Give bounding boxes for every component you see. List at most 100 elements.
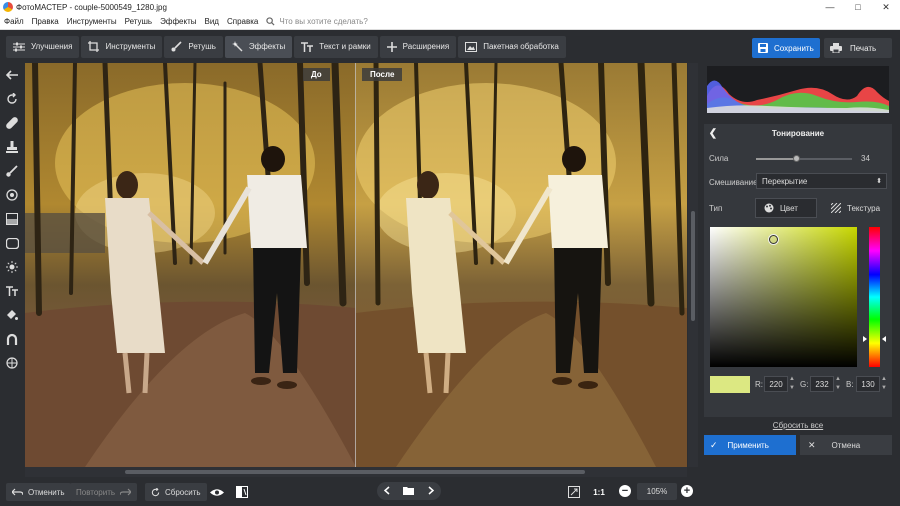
strength-slider-fill xyxy=(756,158,796,160)
batch-icon xyxy=(465,41,478,52)
gradient-filter-icon[interactable] xyxy=(0,207,24,231)
menu-edit[interactable]: Правка xyxy=(28,17,63,26)
print-button[interactable]: Печать xyxy=(824,38,892,58)
type-label: Тип xyxy=(709,204,723,213)
r-label: R: xyxy=(755,380,763,389)
zoom-in-button[interactable]: + xyxy=(681,485,693,497)
tab-retouch[interactable]: Ретушь xyxy=(164,35,223,58)
vertical-scrollbar[interactable] xyxy=(688,63,698,467)
redo-button[interactable]: Повторить xyxy=(70,483,138,501)
back-arrow-icon[interactable] xyxy=(0,63,24,87)
tab-label: Улучшения xyxy=(31,42,73,51)
search-placeholder: Что вы хотите сделать? xyxy=(279,17,368,26)
strength-label: Сила xyxy=(709,154,729,163)
blend-mode-value: Перекрытие xyxy=(762,176,808,186)
before-image xyxy=(25,63,356,467)
tab-tools[interactable]: Инструменты xyxy=(81,35,163,58)
left-tool-bar xyxy=(0,63,24,470)
texture-icon xyxy=(831,203,841,213)
tab-label: Пакетная обработка xyxy=(483,42,559,51)
bandage-icon[interactable] xyxy=(0,111,24,135)
before-after-divider[interactable] xyxy=(355,63,356,467)
stamp-icon[interactable] xyxy=(0,135,24,159)
color-picker-area[interactable] xyxy=(710,227,857,367)
magnet-icon[interactable] xyxy=(0,327,24,351)
zoom-out-button[interactable]: − xyxy=(619,485,631,497)
menu-file[interactable]: Файл xyxy=(0,17,28,26)
photo-canvas[interactable]: До После xyxy=(25,63,687,467)
plus-icon xyxy=(386,41,397,52)
tab-enhancements[interactable]: Улучшения xyxy=(6,35,80,58)
tab-effects[interactable]: Эффекты xyxy=(224,35,293,58)
hue-slider[interactable] xyxy=(869,227,880,367)
menu-help[interactable]: Справка xyxy=(223,17,262,26)
fill-icon[interactable] xyxy=(0,303,24,327)
r-input[interactable]: 220 xyxy=(764,376,788,392)
horizontal-scrollbar[interactable] xyxy=(25,467,687,477)
search-box[interactable]: Что вы хотите сделать? xyxy=(266,17,368,26)
type-color-button[interactable]: Цвет xyxy=(755,198,817,218)
hue-marker-left[interactable] xyxy=(863,336,867,342)
radial-filter-icon[interactable] xyxy=(0,183,24,207)
hue-marker-right[interactable] xyxy=(882,336,886,342)
window-title: ФотоМАСТЕР - couple-5000549_1280.jpg xyxy=(16,2,167,12)
reset-button[interactable]: Сбросить xyxy=(145,483,207,501)
zoom-level[interactable]: 105% xyxy=(637,483,677,500)
type-texture-button[interactable]: Текстура xyxy=(823,198,888,218)
b-input[interactable]: 130 xyxy=(856,376,880,392)
panel-back-icon[interactable]: ❮ xyxy=(704,128,722,139)
menu-tools[interactable]: Инструменты xyxy=(63,17,121,26)
g-spinner[interactable]: ▲ ▼ xyxy=(834,376,842,392)
light-icon[interactable] xyxy=(0,255,24,279)
g-input[interactable]: 232 xyxy=(810,376,834,392)
text-icon xyxy=(301,41,314,52)
search-icon xyxy=(266,17,275,26)
reset-icon xyxy=(151,487,160,496)
panel-header: ❮ Тонирование xyxy=(704,124,892,142)
app-logo-icon xyxy=(3,2,13,12)
tab-batch-processing[interactable]: Пакетная обработка xyxy=(458,35,566,58)
actual-size-button[interactable]: 1:1 xyxy=(590,483,608,501)
scroll-thumb[interactable] xyxy=(691,211,695,321)
apply-button[interactable]: ✓ Применить xyxy=(704,435,796,455)
globe-icon[interactable] xyxy=(0,351,24,375)
color-picker-cursor[interactable] xyxy=(769,235,778,244)
check-icon: ✓ xyxy=(710,439,718,450)
strength-slider-knob[interactable] xyxy=(793,155,800,162)
save-button[interactable]: Сохранить xyxy=(752,38,820,58)
reset-label: Сбросить xyxy=(165,487,201,497)
undo-button[interactable]: Отменить xyxy=(6,483,71,501)
cancel-button[interactable]: ✕ Отмена xyxy=(800,435,892,455)
tab-label: Ретушь xyxy=(188,42,216,51)
r-spinner[interactable]: ▲ ▼ xyxy=(788,376,796,392)
b-spinner[interactable]: ▲ ▼ xyxy=(880,376,888,392)
vignette-icon[interactable] xyxy=(0,231,24,255)
prev-image-icon[interactable] xyxy=(383,485,390,497)
blend-mode-select[interactable]: Перекрытие ⬍ xyxy=(756,173,887,189)
close-button[interactable]: ✕ xyxy=(872,2,900,13)
folder-icon[interactable] xyxy=(403,486,415,497)
magic-wand-icon xyxy=(231,41,243,52)
preview-eye-icon[interactable] xyxy=(208,483,226,501)
menu-effects[interactable]: Эффекты xyxy=(156,17,200,26)
scroll-thumb[interactable] xyxy=(125,470,585,474)
text-icon[interactable] xyxy=(0,279,24,303)
tab-text-frames[interactable]: Текст и рамки xyxy=(294,35,378,58)
maximize-button[interactable]: □ xyxy=(844,2,872,13)
redo-label: Повторить xyxy=(76,487,116,497)
rotate-icon[interactable] xyxy=(0,87,24,111)
apply-label: Применить xyxy=(727,440,769,450)
selected-color-swatch xyxy=(710,376,750,393)
minimize-button[interactable]: — xyxy=(816,2,844,13)
tab-extensions[interactable]: Расширения xyxy=(379,35,457,58)
image-navigation xyxy=(377,482,441,500)
compare-icon[interactable] xyxy=(233,483,251,501)
reset-all-link[interactable]: Сбросить все xyxy=(704,421,892,430)
menu-view[interactable]: Вид xyxy=(200,17,222,26)
brush-icon[interactable] xyxy=(0,159,24,183)
after-label: После xyxy=(362,68,403,81)
fit-screen-icon[interactable] xyxy=(565,483,583,501)
next-image-icon[interactable] xyxy=(428,485,435,497)
menu-bar: Файл Правка Инструменты Ретушь Эффекты В… xyxy=(0,14,900,30)
menu-retouch[interactable]: Ретушь xyxy=(121,17,157,26)
